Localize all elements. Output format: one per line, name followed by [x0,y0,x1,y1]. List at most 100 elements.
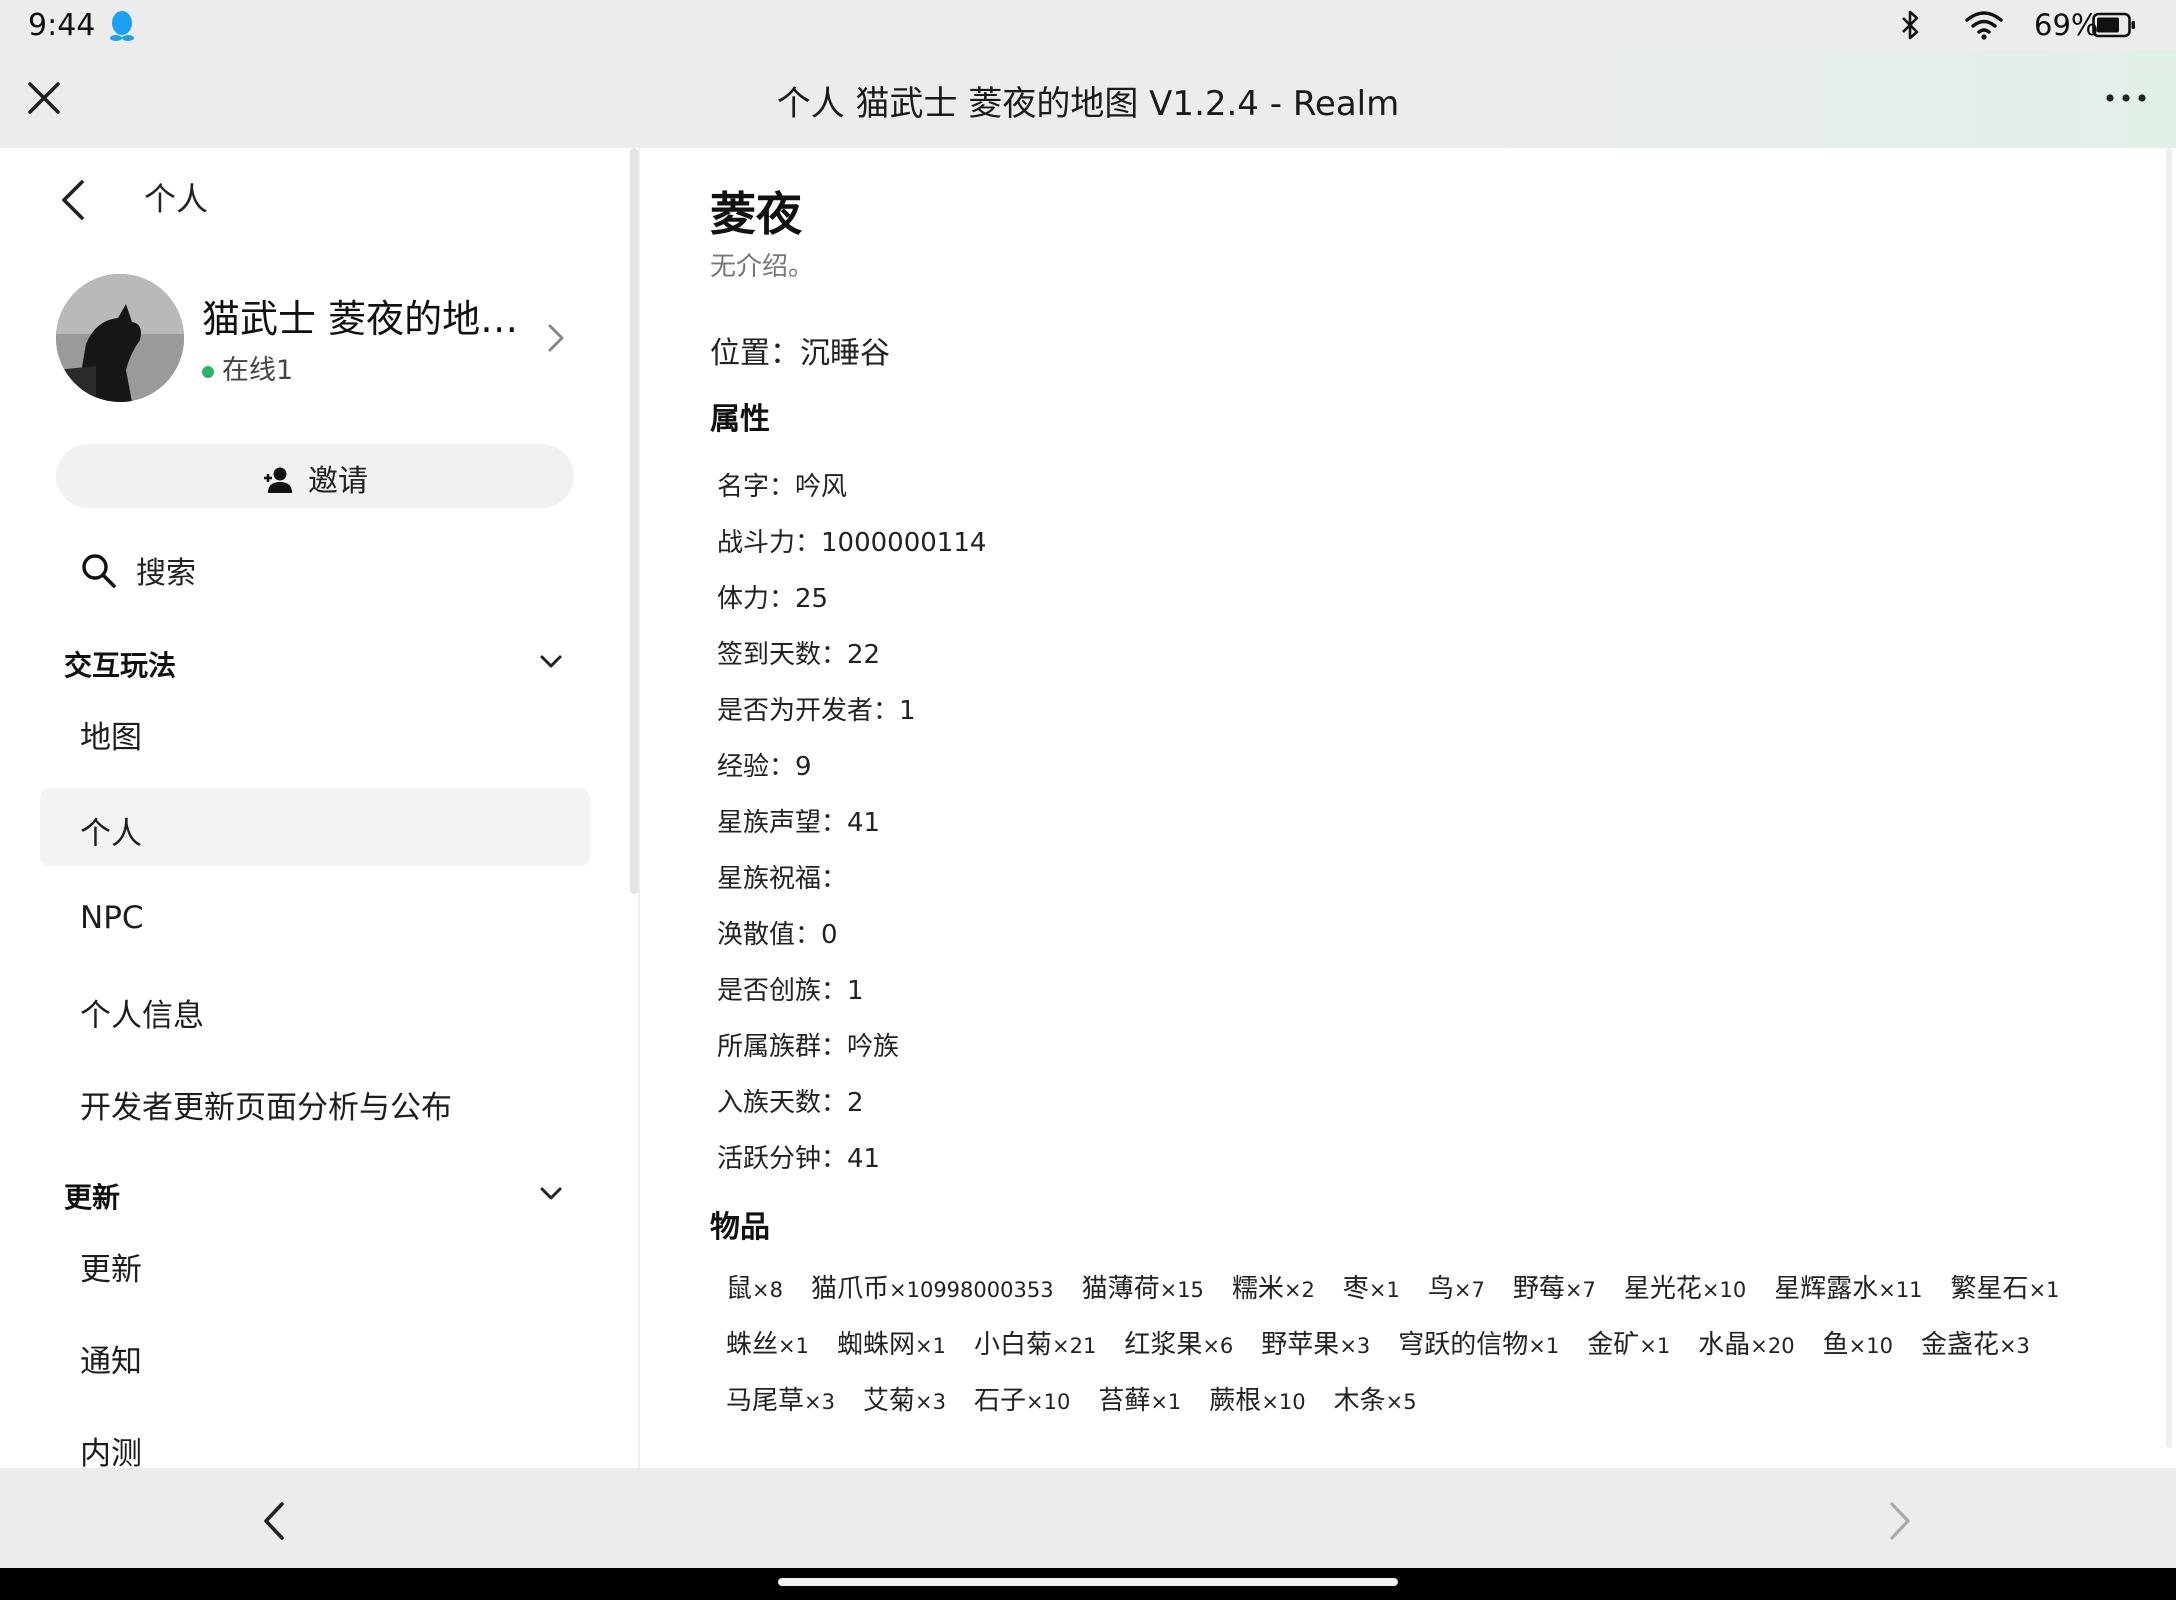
more-icon[interactable] [2104,78,2148,118]
item-count: ×10 [1261,1390,1306,1414]
home-indicator-pill[interactable] [778,1578,1398,1586]
main-scrollbar[interactable] [2166,148,2172,1448]
add-user-icon [264,467,292,493]
search-icon [82,554,116,588]
item-name: 苔藓 [1098,1386,1151,1416]
sidebar-item-label: 更新 [80,1252,142,1288]
attributes-heading: 属性 [710,402,770,437]
chevron-down-icon [540,1187,562,1200]
battery-icon [2092,12,2135,38]
item-name: 金盏花 [1920,1330,1999,1360]
item-count: ×5 [1385,1390,1417,1414]
item-name: 金矿 [1587,1330,1640,1360]
sidebar-item-updates[interactable]: 更新 [40,1224,590,1302]
bottom-nav-bar [0,1468,2176,1568]
attribute-row: 是否创族：1 [717,976,864,1006]
bluetooth-icon [1902,10,1919,40]
item-count: ×21 [1051,1334,1097,1358]
sidebar-item-personal[interactable]: 个人 [40,788,590,866]
item-name: 蛛丝 [726,1330,779,1360]
sidebar-item-label: 开发者更新页面分析与公布 [80,1090,452,1126]
item-count: ×7 [1453,1278,1485,1302]
sidebar-item-label: 个人信息 [80,998,204,1034]
item-name: 马尾草 [726,1386,805,1416]
item-name: 穹跃的信物 [1398,1330,1529,1360]
attribute-row: 入族天数：2 [717,1088,864,1118]
items-row: 鼠×8 猫爪币×10998000353 猫薄荷×15 糯米×2 枣×1 鸟×7 野莓×7 星光… [712,1268,2074,1308]
online-dot-icon [202,365,214,378]
sidebar-item-profile-info[interactable]: 个人信息 [40,970,590,1048]
section-header-interactive[interactable]: 交互玩法 [64,640,570,684]
item-chip: 糯米×2 [1232,1268,1315,1305]
main-content: 菱夜 无介绍。 位置：沉睡谷 属性 名字：吟风 战斗力：1000000114 体… [640,148,2176,1468]
item-count: ×1 [1150,1390,1182,1414]
sidebar-item-npc[interactable]: NPC [40,880,590,958]
item-name: 野莓 [1512,1274,1565,1304]
sidebar-back-label: 个人 [144,180,209,218]
chevron-right-icon [548,324,564,352]
item-name: 艾菊 [862,1386,915,1416]
sidebar-item-map[interactable]: 地图 [40,692,590,770]
attribute-row: 战斗力：1000000114 [717,528,987,558]
profile-card[interactable]: 猫武士 菱夜的地… 在线1 [56,274,576,406]
profile-name: 猫武士 菱夜的地… [202,297,519,341]
item-name: 蕨根 [1209,1386,1262,1416]
qq-icon [110,11,134,41]
item-count: ×1 [1528,1334,1560,1358]
sidebar-item-label: NPC [80,900,144,936]
item-name: 野苹果 [1261,1330,1340,1360]
item-count: ×1 [915,1334,946,1358]
sidebar-scrollbar[interactable] [630,148,638,894]
item-chip: 金矿×1 [1587,1324,1670,1361]
item-chip: 石子×10 [974,1380,1070,1417]
attribute-row: 名字：吟风 [717,472,848,502]
item-count: ×10 [1701,1278,1747,1302]
status-bar: 9:44 69% [0,0,2176,50]
item-count: ×20 [1750,1334,1795,1358]
online-count: 在线1 [222,355,294,386]
item-chip: 小白菊×21 [974,1324,1096,1361]
item-name: 红浆果 [1124,1330,1203,1360]
item-chip: 苔藓×1 [1098,1380,1181,1417]
attribute-row: 经验：9 [717,752,812,782]
sidebar-item-label: 地图 [80,720,142,756]
item-chip: 鼠×8 [726,1268,783,1305]
sidebar-item-beta[interactable]: 内测 [40,1408,590,1468]
item-chip: 马尾草×3 [726,1380,835,1417]
item-count: ×10 [1025,1390,1071,1414]
window-title: 个人 猫武士 菱夜的地图 V1.2.4 - Realm [776,84,1400,124]
chevron-down-icon [540,655,562,668]
item-chip: 野苹果×3 [1261,1324,1370,1361]
invite-label: 邀请 [308,464,368,499]
item-chip: 红浆果×6 [1124,1324,1233,1361]
sidebar-item-dev-updates[interactable]: 开发者更新页面分析与公布 [40,1062,590,1140]
item-name: 水晶 [1698,1330,1751,1360]
sidebar-item-notifications[interactable]: 通知 [40,1316,590,1394]
item-chip: 鸟×7 [1428,1268,1485,1305]
item-name: 糯米 [1231,1274,1284,1304]
nav-back-icon[interactable] [258,1498,290,1544]
page-subtitle: 无介绍。 [710,252,815,282]
back-arrow-icon[interactable] [56,178,92,222]
battery-percent: 69% [2034,8,2099,42]
invite-button[interactable]: 邀请 [56,444,574,508]
item-chip: 猫薄荷×15 [1082,1268,1204,1305]
sidebar-item-label: 内测 [80,1436,142,1468]
items-heading: 物品 [710,1210,770,1245]
item-chip: 金盏花×3 [1921,1324,2030,1361]
attribute-row: 是否为开发者：1 [717,696,916,726]
item-chip: 艾菊×3 [863,1380,946,1417]
item-chip: 穹跃的信物×1 [1398,1324,1559,1361]
item-name: 鼠 [726,1274,753,1304]
status-time: 9:44 [28,8,96,43]
section-header-updates[interactable]: 更新 [64,1172,570,1216]
nav-forward-icon[interactable] [1884,1498,1916,1544]
item-count: ×1 [1368,1278,1400,1302]
item-name: 鸟 [1427,1274,1454,1304]
wifi-icon [1965,11,2003,40]
title-bar: 个人 猫武士 菱夜的地图 V1.2.4 - Realm [0,50,2176,148]
item-chip: 星光花×10 [1624,1268,1746,1305]
attribute-row: 星族声望：41 [717,808,881,838]
item-count: ×1 [1639,1334,1671,1358]
attribute-row: 活跃分钟：41 [717,1144,881,1174]
